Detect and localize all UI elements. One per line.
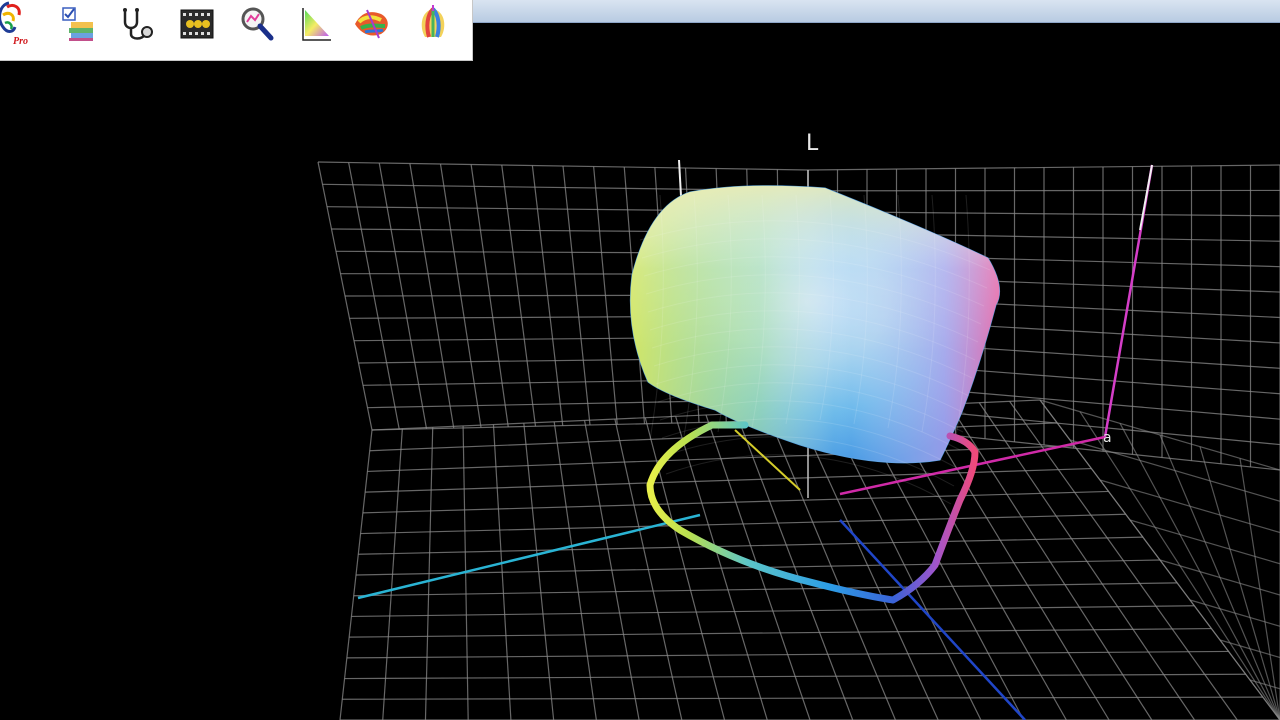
- gamut-solid[interactable]: [629, 185, 1001, 505]
- grid-line: [1219, 639, 1280, 659]
- a-axis-negative: [357, 513, 701, 600]
- grid-line: [365, 467, 1092, 493]
- magnifier-icon: [241, 7, 274, 41]
- checklist-pages-icon: [62, 7, 93, 41]
- grid-line: [1039, 399, 1280, 471]
- grid-line: [1249, 679, 1280, 690]
- profiles-button[interactable]: [174, 2, 220, 46]
- toolbar: Pro: [0, 0, 473, 61]
- grid-line: [1189, 599, 1280, 627]
- film-strip-icon: [180, 9, 214, 39]
- window-title-strip: [473, 0, 1280, 23]
- color-triangle-gamut-icon: [302, 8, 331, 41]
- grid-line: [351, 605, 1195, 618]
- grid-line: [1129, 519, 1280, 565]
- 3d-gamut-viewport[interactable]: L a: [0, 62, 1280, 720]
- gamut-scene: L a: [317, 131, 1280, 720]
- colorful-balloon-icon: [421, 5, 445, 38]
- grid-line: [353, 582, 1178, 597]
- grid-line: [358, 536, 1143, 555]
- pro-badge: Pro: [13, 36, 28, 47]
- diagnostics-button[interactable]: [114, 2, 160, 46]
- app-logo-button[interactable]: Pro: [0, 1, 40, 47]
- a-axis-label: a: [1103, 430, 1112, 446]
- grid-line: [349, 627, 1212, 638]
- checklist-button[interactable]: [56, 2, 102, 46]
- gamut-2d-button[interactable]: [292, 2, 338, 46]
- grid-line: [346, 650, 1229, 659]
- grid-line: [1099, 479, 1280, 534]
- l-axis-tick: [678, 159, 682, 197]
- b-vertical-top: [1139, 164, 1153, 231]
- grid-line: [1159, 559, 1280, 596]
- grid-line: [360, 513, 1126, 535]
- color-spectrum-icon: [355, 9, 388, 39]
- stethoscope-icon: [123, 8, 153, 40]
- gamut-3d-button[interactable]: [350, 2, 396, 46]
- l-axis-label: L: [806, 131, 819, 156]
- inspect-button[interactable]: [234, 2, 280, 46]
- balloon-button[interactable]: [410, 2, 456, 46]
- b-axis-negative: [839, 519, 1026, 720]
- grid-line: [362, 490, 1109, 514]
- app-logo-pro-icon: Pro: [0, 1, 28, 47]
